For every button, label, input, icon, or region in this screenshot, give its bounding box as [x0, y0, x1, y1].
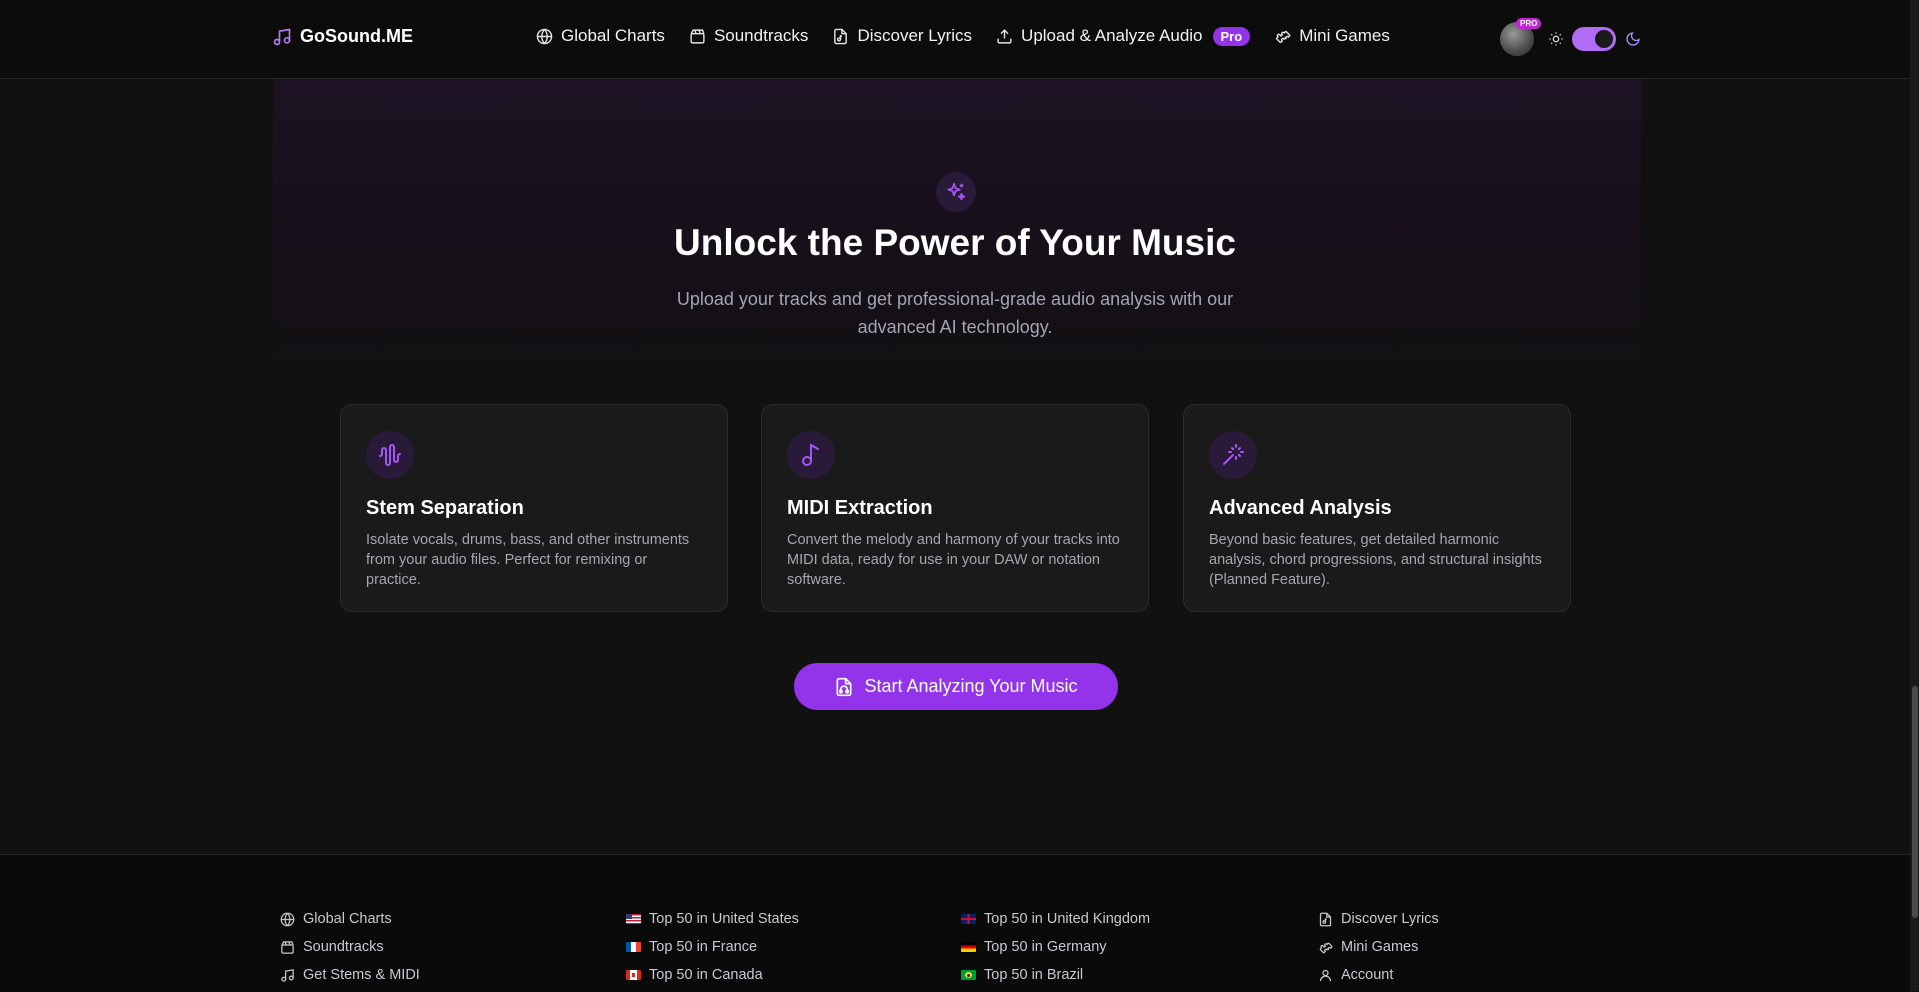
footer-column-charts-b: Top 50 in United Kingdom Top 50 in Germa… [961, 905, 1150, 989]
card-description: Convert the melody and harmony of your t… [787, 532, 1120, 588]
clapperboard-icon [689, 28, 706, 45]
card-description: Isolate vocals, drums, bass, and other i… [366, 532, 690, 588]
uk-flag-icon [961, 914, 976, 924]
footer-link-label: Top 50 in Brazil [984, 967, 1084, 983]
top-navbar: GoSound.ME Global Charts Soundtracks Dis… [0, 0, 1910, 79]
avatar-pro-badge: PRO [1516, 18, 1542, 29]
footer-link-top50-fr[interactable]: Top 50 in France [626, 933, 799, 961]
nav-global-charts[interactable]: Global Charts [536, 26, 665, 46]
ca-flag-icon [626, 970, 641, 980]
clapperboard-icon [280, 940, 295, 955]
footer-link-label: Mini Games [1341, 939, 1419, 955]
nav-label: Mini Games [1299, 26, 1390, 45]
footer-link-global-charts[interactable]: Global Charts [280, 905, 420, 933]
footer-link-top50-ca[interactable]: Top 50 in Canada [626, 961, 799, 989]
footer-column-charts-a: Top 50 in United States Top 50 in France… [626, 905, 799, 989]
toggle-knob [1595, 30, 1613, 48]
pro-badge: Pro [1212, 26, 1251, 46]
nav-soundtracks[interactable]: Soundtracks [689, 26, 809, 46]
user-avatar[interactable]: PRO [1500, 18, 1542, 56]
theme-toggle[interactable] [1572, 27, 1616, 51]
feature-card-advanced-analysis: Advanced Analysis Beyond basic features,… [1183, 404, 1571, 612]
start-analyzing-button[interactable]: Start Analyzing Your Music [794, 663, 1118, 710]
footer-link-mini-games[interactable]: Mini Games [1318, 933, 1439, 961]
waveform-icon [366, 431, 414, 479]
footer-link-label: Top 50 in Germany [984, 939, 1107, 955]
nav-label: Soundtracks [713, 26, 809, 45]
feature-card-midi-extraction: MIDI Extraction Convert the melody and h… [761, 404, 1149, 612]
footer-link-discover-lyrics[interactable]: Discover Lyrics [1318, 905, 1439, 933]
nav-mini-games[interactable]: Mini Games [1274, 26, 1390, 46]
footer-link-soundtracks[interactable]: Soundtracks [280, 933, 420, 961]
moon-icon [1625, 31, 1641, 47]
footer-link-account[interactable]: Account [1318, 961, 1439, 989]
footer-link-top50-uk[interactable]: Top 50 in United Kingdom [961, 905, 1150, 933]
globe-icon [280, 912, 295, 927]
footer: Global Charts Soundtracks Get Stems & MI… [0, 854, 1910, 992]
upload-icon [996, 28, 1013, 45]
footer-link-label: Get Stems & MIDI [303, 967, 420, 983]
footer-column-more: Discover Lyrics Mini Games Account [1318, 905, 1439, 989]
logo[interactable]: GoSound.ME [272, 26, 413, 47]
footer-link-top50-de[interactable]: Top 50 in Germany [961, 933, 1150, 961]
music-note-logo-icon [272, 27, 292, 47]
nav-label: Discover Lyrics [857, 26, 973, 45]
puzzle-icon [1274, 28, 1291, 45]
sparkles-icon [936, 172, 976, 212]
hero-title: Unlock the Power of Your Music [674, 222, 1236, 263]
nav-discover-lyrics[interactable]: Discover Lyrics [832, 26, 972, 46]
card-description: Beyond basic features, get detailed harm… [1209, 532, 1542, 588]
footer-link-top50-us[interactable]: Top 50 in United States [626, 905, 799, 933]
file-music-icon [1318, 912, 1333, 927]
logo-text: GoSound.ME [300, 26, 413, 46]
de-flag-icon [961, 942, 976, 952]
feature-card-stem-separation: Stem Separation Isolate vocals, drums, b… [340, 404, 728, 612]
br-flag-icon [961, 970, 976, 980]
music-icon [280, 968, 295, 983]
nav-upload-analyze[interactable]: Upload & Analyze Audio Pro [996, 26, 1251, 46]
puzzle-icon [1318, 940, 1333, 955]
music-note-icon [787, 431, 835, 479]
footer-link-label: Top 50 in Canada [649, 967, 763, 983]
footer-link-label: Account [1341, 967, 1394, 983]
user-icon [1318, 968, 1333, 983]
footer-link-top50-br[interactable]: Top 50 in Brazil [961, 961, 1150, 989]
footer-link-label: Top 50 in United Kingdom [984, 911, 1151, 927]
card-title: MIDI Extraction [787, 497, 933, 519]
magic-wand-icon [1209, 431, 1257, 479]
footer-column-pages: Global Charts Soundtracks Get Stems & MI… [280, 905, 420, 989]
card-title: Advanced Analysis [1209, 497, 1392, 519]
main-nav: Global Charts Soundtracks Discover Lyric… [536, 26, 1390, 46]
file-audio-icon [834, 677, 854, 697]
footer-link-label: Top 50 in France [649, 939, 758, 955]
nav-label: Global Charts [561, 26, 665, 45]
fr-flag-icon [626, 942, 641, 952]
footer-link-stems-midi[interactable]: Get Stems & MIDI [280, 961, 420, 989]
hero-subtitle: Upload your tracks and get professional-… [676, 289, 1234, 337]
footer-link-label: Soundtracks [303, 939, 384, 955]
globe-icon [536, 28, 553, 45]
footer-link-label: Global Charts [303, 911, 392, 927]
footer-link-label: Discover Lyrics [1341, 911, 1439, 927]
cta-label: Start Analyzing Your Music [864, 676, 1078, 696]
sun-icon [1548, 31, 1564, 47]
scrollbar-thumb[interactable] [1912, 686, 1918, 918]
card-title: Stem Separation [366, 497, 524, 519]
nav-label: Upload & Analyze Audio [1021, 26, 1203, 45]
us-flag-icon [626, 914, 641, 924]
footer-link-label: Top 50 in United States [649, 911, 799, 927]
file-music-icon [832, 28, 849, 45]
